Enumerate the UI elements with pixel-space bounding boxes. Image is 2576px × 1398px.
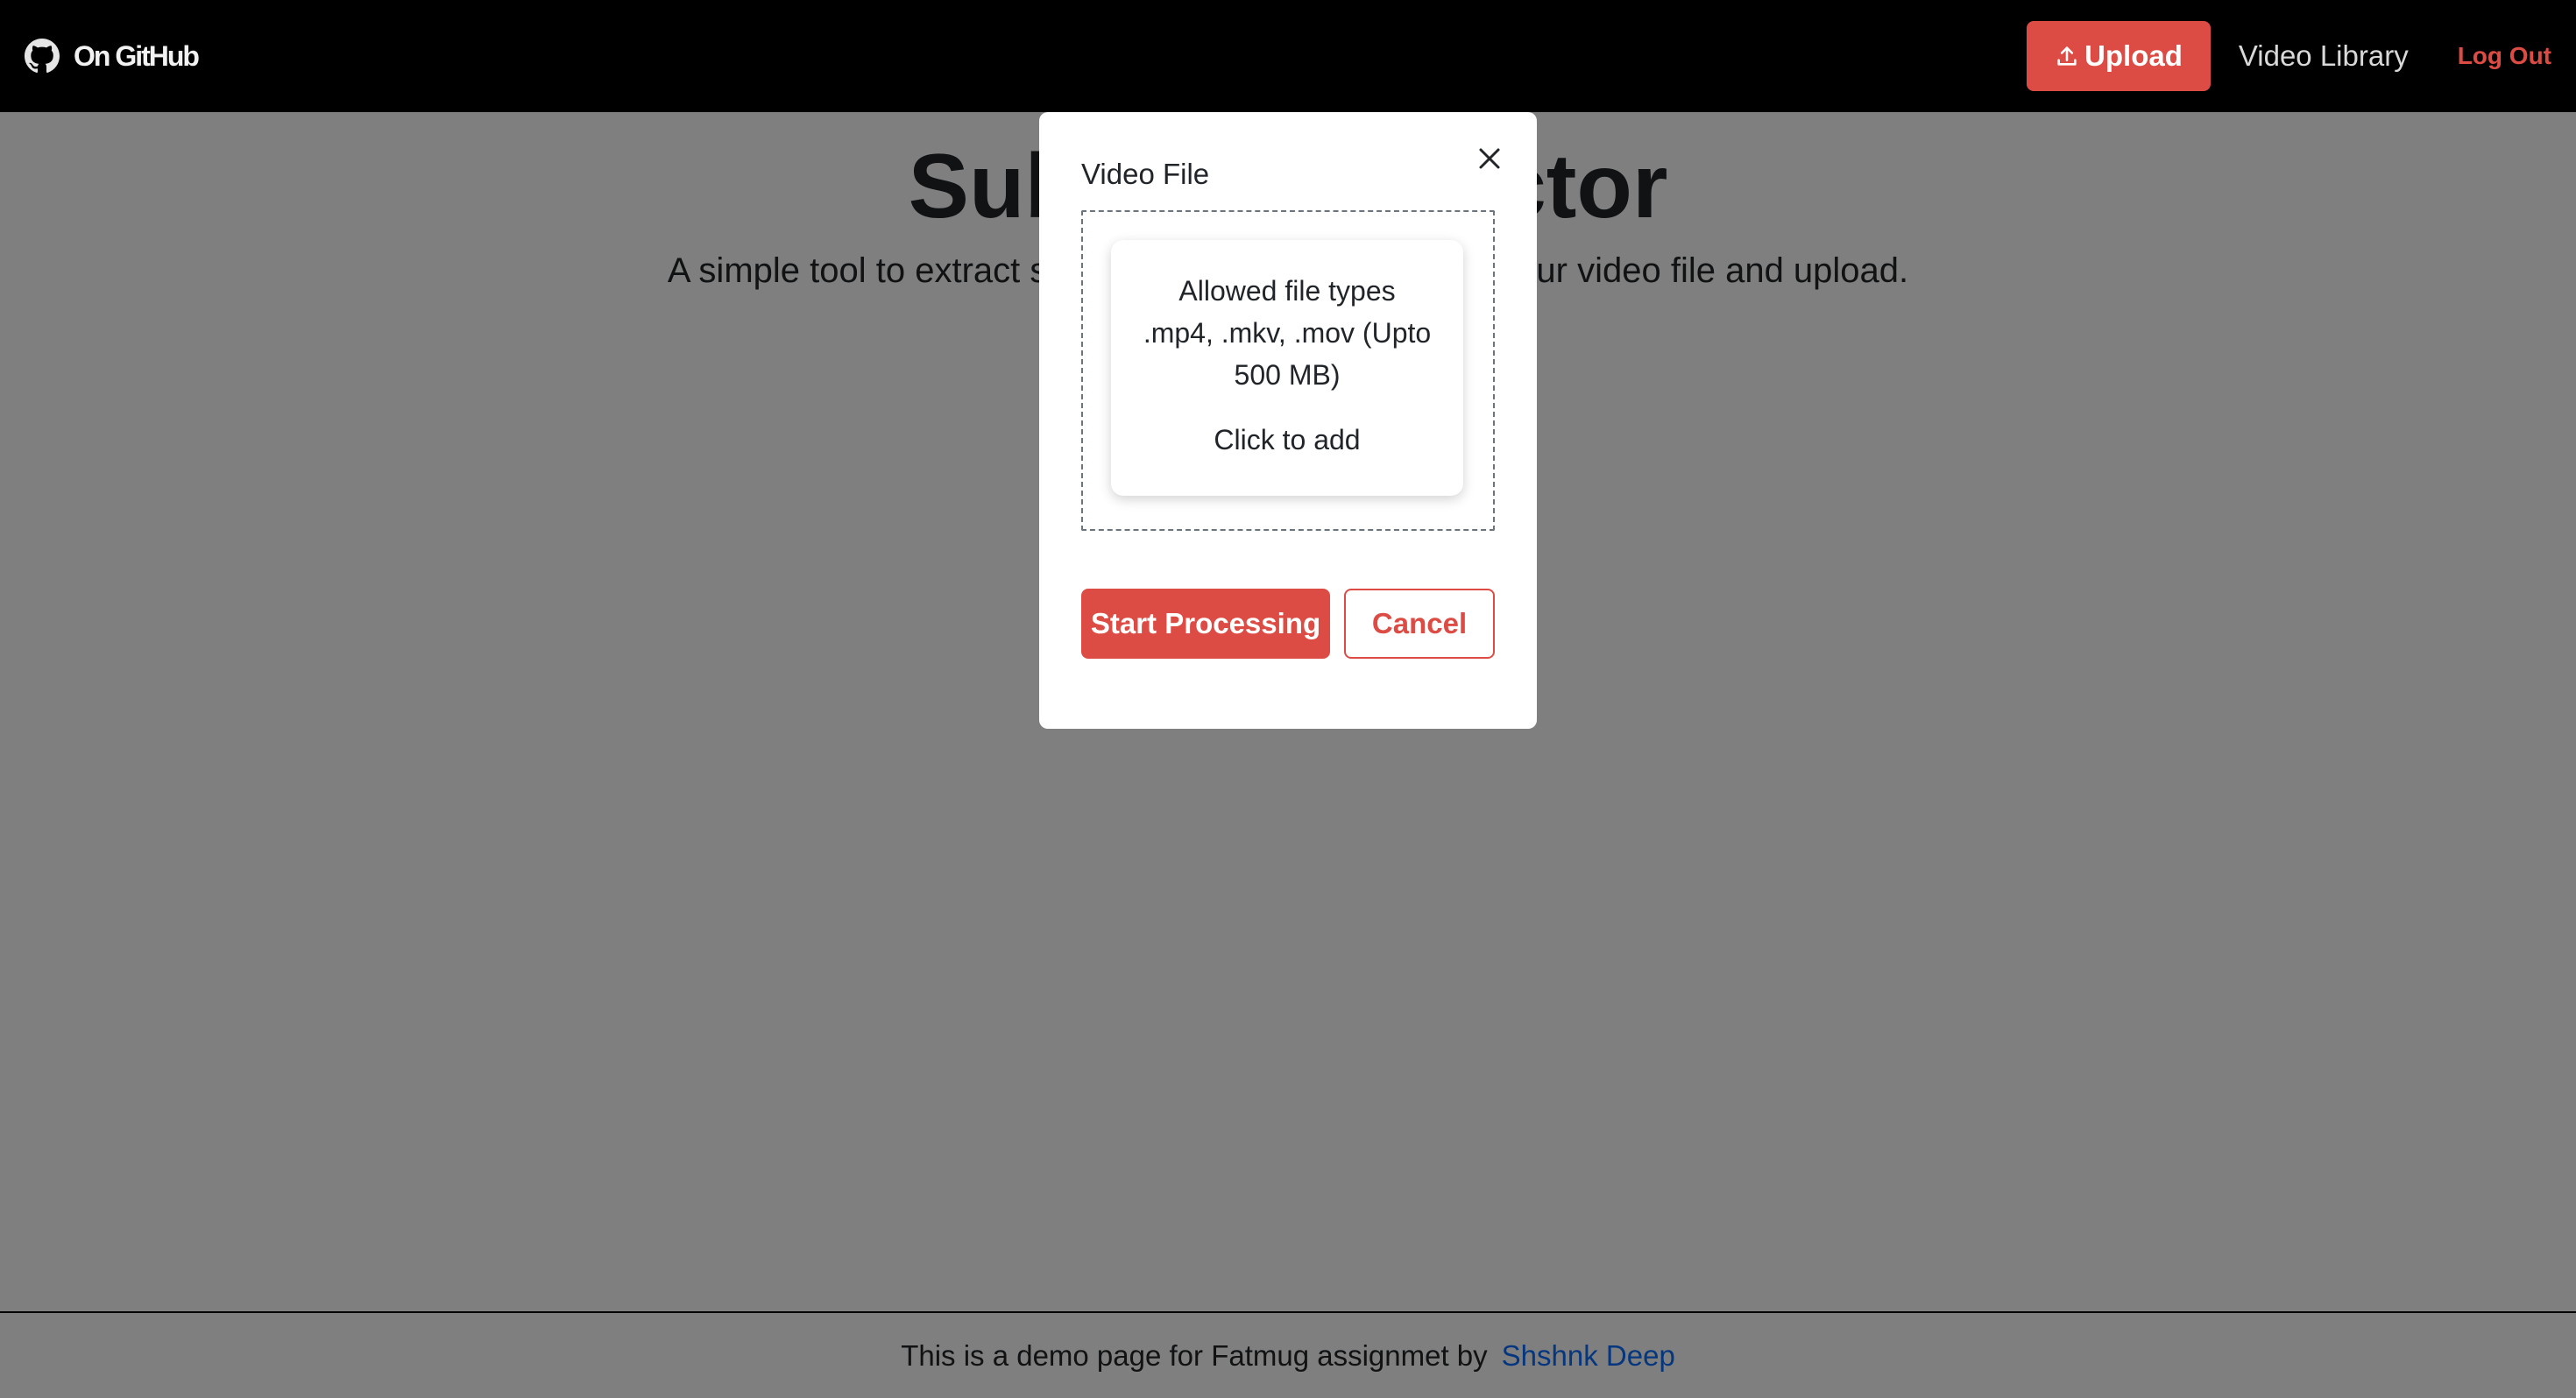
file-dropzone[interactable]: Allowed file types .mp4, .mkv, .mov (Upt… [1081, 210, 1495, 531]
github-icon [25, 39, 60, 74]
upload-button[interactable]: Upload [2027, 21, 2211, 91]
brand-text: On GitHub [74, 39, 200, 72]
upload-modal: Video File Allowed file types .mp4, .mkv… [1039, 112, 1537, 729]
click-to-add-text: Click to add [1214, 424, 1361, 455]
upload-icon [2055, 44, 2079, 68]
close-button[interactable] [1467, 137, 1512, 182]
file-picker-card[interactable]: Allowed file types .mp4, .mkv, .mov (Upt… [1111, 240, 1463, 496]
page: On GitHub Upload Video Library Log Out S… [0, 0, 2576, 1398]
modal-actions: Start Processing Cancel [1081, 589, 1495, 659]
allowed-types-title: Allowed file types [1178, 275, 1396, 307]
logout-link[interactable]: Log Out [2458, 42, 2551, 70]
start-processing-button[interactable]: Start Processing [1081, 589, 1330, 659]
allowed-types-list: .mp4, .mkv, .mov (Upto 500 MB) [1143, 317, 1432, 391]
video-library-link[interactable]: Video Library [2239, 39, 2409, 73]
close-icon [1476, 145, 1503, 174]
nav-right: Upload Video Library Log Out [2027, 21, 2551, 91]
video-file-label: Video File [1081, 158, 1210, 190]
navbar: On GitHub Upload Video Library Log Out [0, 0, 2576, 112]
brand-link[interactable]: On GitHub [25, 39, 200, 74]
upload-button-label: Upload [2084, 39, 2183, 72]
cancel-button[interactable]: Cancel [1344, 589, 1495, 659]
